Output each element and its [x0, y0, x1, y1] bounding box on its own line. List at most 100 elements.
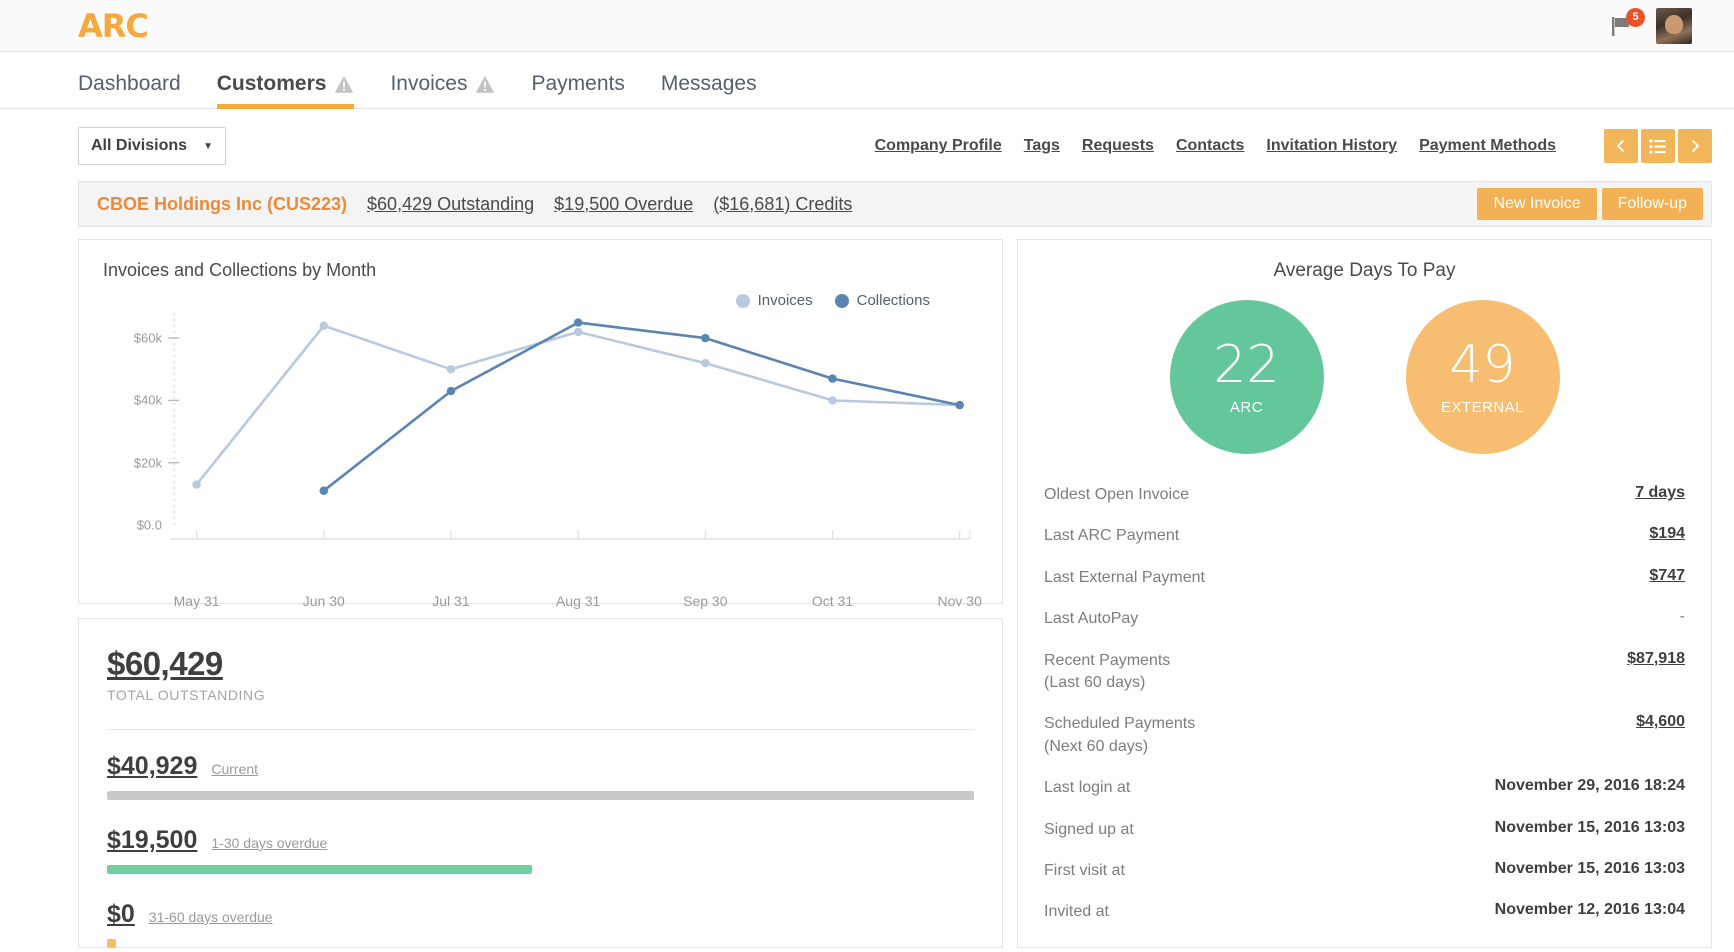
detail-value[interactable]: $194: [1649, 525, 1685, 543]
days-to-pay-circle-arc: 22 ARC: [1169, 300, 1324, 454]
detail-row: Invited at November 12, 2016 13:04: [1044, 901, 1685, 923]
customer-banner: CBOE Holdings Inc (CUS223) $60,429 Outst…: [78, 181, 1712, 227]
detail-value[interactable]: $4,600: [1636, 713, 1685, 731]
stat-outstanding[interactable]: $60,429 Outstanding: [367, 194, 534, 215]
nav-tab-label: Payments: [531, 72, 625, 95]
customer-detail-list: Oldest Open Invoice 7 days Last ARC Paymen…: [1044, 484, 1685, 924]
new-invoice-button[interactable]: New Invoice: [1477, 188, 1597, 220]
detail-sublabel: (Next 60 days): [1044, 737, 1149, 755]
detail-label: Recent Payments (Last 60 days): [1044, 650, 1170, 695]
chevron-left-icon: [1616, 139, 1625, 153]
detail-row: Recent Payments (Last 60 days) $87,918: [1044, 650, 1685, 695]
detail-label: Last login at: [1044, 779, 1131, 797]
link-requests[interactable]: Requests: [1082, 137, 1154, 155]
list-icon: [1649, 138, 1666, 154]
y-axis-tick-label: $20k: [133, 455, 162, 471]
banner-actions: New Invoice Follow-up: [1477, 188, 1703, 220]
y-axis-tick-label: $40k: [133, 392, 162, 408]
customer-name[interactable]: CBOE Holdings Inc (CUS223): [97, 194, 347, 215]
x-axis-tick-label: Nov 30: [937, 593, 982, 609]
detail-label: First visit at: [1044, 861, 1125, 879]
chart-title: Invoices and Collections by Month: [103, 260, 377, 280]
divisions-select[interactable]: All Divisions ▼: [78, 127, 226, 165]
link-contacts[interactable]: Contacts: [1176, 137, 1244, 155]
bucket-description[interactable]: 31-60 days overdue: [149, 909, 273, 925]
warning-triangle-icon: [335, 75, 354, 93]
detail-label: Oldest Open Invoice: [1044, 486, 1189, 503]
nav-tab-invoices[interactable]: Invoices: [390, 72, 495, 108]
avatar[interactable]: [1656, 7, 1692, 44]
top-bar: ARC 5: [0, 0, 1734, 52]
bucket-amount[interactable]: $40,929: [107, 752, 197, 781]
nav-tab-payments[interactable]: Payments: [531, 72, 624, 108]
main-content: Invoices and Collections by Month Invoic…: [0, 227, 1734, 948]
prev-customer-button[interactable]: [1604, 129, 1638, 163]
circle-value: 22: [1213, 334, 1280, 395]
detail-value: November 29, 2016 18:24: [1494, 777, 1685, 795]
bucket-description[interactable]: Current: [211, 761, 258, 777]
detail-value: November 15, 2016 13:03: [1494, 818, 1685, 836]
link-invitation-history[interactable]: Invitation History: [1266, 137, 1397, 155]
detail-value[interactable]: 7 days: [1635, 484, 1685, 502]
link-company-profile[interactable]: Company Profile: [875, 137, 1002, 155]
chevron-down-icon: ▼: [203, 140, 213, 152]
next-customer-button[interactable]: [1678, 129, 1712, 163]
detail-label: Last External Payment: [1044, 568, 1205, 586]
x-axis-tick-label: Jun 30: [302, 593, 345, 609]
stat-credits[interactable]: ($16,681) Credits: [713, 194, 852, 215]
nav-tab-label: Dashboard: [78, 72, 181, 95]
bucket-31-60: $0 31-60 days overdue: [107, 900, 974, 948]
detail-value[interactable]: $747: [1649, 567, 1685, 585]
right-column: Average Days To Pay 22 ARC 49 EXTERNAL O…: [1017, 239, 1712, 948]
detail-label: Scheduled Payments (Next 60 days): [1044, 713, 1195, 758]
sub-header: All Divisions ▼ Company Profile Tags Req…: [0, 109, 1734, 181]
nav-tab-dashboard[interactable]: Dashboard: [78, 72, 181, 108]
total-outstanding-label: TOTAL OUTSTANDING: [107, 687, 266, 703]
chevron-right-icon: [1691, 139, 1700, 153]
detail-label: Last AutoPay: [1044, 610, 1139, 628]
link-payment-methods[interactable]: Payment Methods: [1419, 137, 1556, 155]
link-tags[interactable]: Tags: [1024, 137, 1060, 155]
nav-tab-messages[interactable]: Messages: [661, 72, 757, 108]
bucket-row: $40,929 Current: [107, 752, 974, 781]
chart-svg: [168, 313, 971, 540]
detail-sublabel: (Last 60 days): [1044, 673, 1146, 691]
total-outstanding-amount[interactable]: $60,429: [107, 645, 974, 683]
bucket-progress-bar: [107, 865, 532, 874]
detail-row: Scheduled Payments (Next 60 days) $4,600: [1044, 713, 1685, 758]
detail-value: November 12, 2016 13:04: [1494, 901, 1685, 919]
notifications-button[interactable]: 5: [1608, 7, 1645, 39]
days-to-pay-circle-external: 49 EXTERNAL: [1405, 300, 1560, 454]
bucket-progress-bar: [107, 939, 116, 948]
detail-label: Invited at: [1044, 903, 1109, 921]
nav-tab-customers[interactable]: Customers: [216, 72, 355, 109]
x-axis-tick-label: Jul 31: [432, 593, 470, 609]
y-axis-tick-label: $0.0: [136, 517, 162, 533]
follow-up-button[interactable]: Follow-up: [1601, 188, 1703, 220]
detail-row: Last ARC Payment $194: [1044, 525, 1685, 547]
detail-row: First visit at November 15, 2016 13:03: [1044, 860, 1685, 882]
circle-value: 49: [1449, 334, 1516, 395]
y-axis-tick-label: $60k: [133, 330, 162, 346]
main-nav: Dashboard Customers Invoices Payments Me…: [0, 52, 1734, 109]
detail-row: Oldest Open Invoice 7 days: [1044, 484, 1685, 506]
customer-list-button[interactable]: [1641, 129, 1675, 163]
bucket-1-30: $19,500 1-30 days overdue: [107, 826, 974, 874]
detail-value[interactable]: $87,918: [1627, 650, 1685, 668]
arc-logo[interactable]: ARC: [78, 7, 149, 45]
bucket-description[interactable]: 1-30 days overdue: [211, 835, 327, 851]
invoices-collections-chart-card: Invoices and Collections by Month Invoic…: [78, 239, 1003, 609]
x-axis-tick-label: Sep 30: [683, 593, 728, 609]
detail-row: Last login at November 29, 2016 18:24: [1044, 777, 1685, 799]
detail-label: Last ARC Payment: [1044, 527, 1180, 545]
days-to-pay-circles: 22 ARC 49 EXTERNAL: [1044, 300, 1685, 454]
detail-value: -: [1679, 608, 1685, 626]
bucket-amount[interactable]: $19,500: [107, 826, 197, 855]
nav-tab-label: Customers: [216, 72, 327, 95]
circle-label: ARC: [1229, 398, 1264, 416]
notification-badge: 5: [1626, 7, 1645, 27]
bucket-amount[interactable]: $0: [107, 900, 135, 929]
circle-label: EXTERNAL: [1440, 398, 1525, 416]
stat-overdue[interactable]: $19,500 Overdue: [554, 194, 693, 215]
sub-nav-links: Company Profile Tags Requests Contacts I…: [875, 129, 1712, 163]
